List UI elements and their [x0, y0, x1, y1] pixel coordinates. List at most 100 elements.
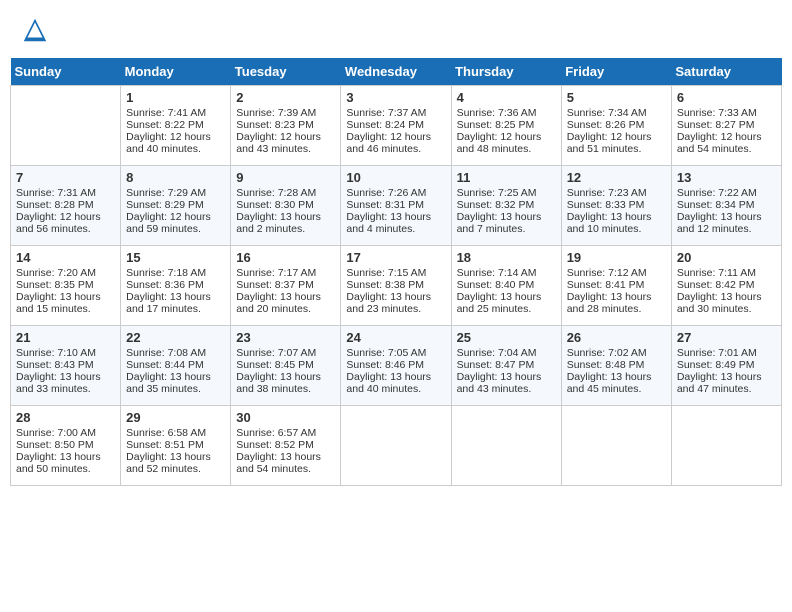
sunset-text: Sunset: 8:30 PM	[236, 199, 335, 211]
sunset-text: Sunset: 8:25 PM	[457, 119, 556, 131]
daylight-text: Daylight: 12 hours and 56 minutes.	[16, 211, 115, 235]
sunrise-text: Sunrise: 7:18 AM	[126, 267, 225, 279]
day-number: 27	[677, 330, 776, 345]
sunset-text: Sunset: 8:34 PM	[677, 199, 776, 211]
sunset-text: Sunset: 8:38 PM	[346, 279, 445, 291]
sunrise-text: Sunrise: 7:33 AM	[677, 107, 776, 119]
sunrise-text: Sunrise: 7:39 AM	[236, 107, 335, 119]
sunrise-text: Sunrise: 7:29 AM	[126, 187, 225, 199]
calendar-cell: 9Sunrise: 7:28 AMSunset: 8:30 PMDaylight…	[231, 166, 341, 246]
day-number: 12	[567, 170, 666, 185]
sunrise-text: Sunrise: 7:37 AM	[346, 107, 445, 119]
sunset-text: Sunset: 8:22 PM	[126, 119, 225, 131]
sunrise-text: Sunrise: 7:14 AM	[457, 267, 556, 279]
calendar-cell: 22Sunrise: 7:08 AMSunset: 8:44 PMDayligh…	[121, 326, 231, 406]
calendar-cell: 11Sunrise: 7:25 AMSunset: 8:32 PMDayligh…	[451, 166, 561, 246]
day-number: 1	[126, 90, 225, 105]
sunrise-text: Sunrise: 7:11 AM	[677, 267, 776, 279]
calendar-cell: 27Sunrise: 7:01 AMSunset: 8:49 PMDayligh…	[671, 326, 781, 406]
sunset-text: Sunset: 8:40 PM	[457, 279, 556, 291]
day-number: 25	[457, 330, 556, 345]
day-number: 15	[126, 250, 225, 265]
day-number: 2	[236, 90, 335, 105]
day-number: 6	[677, 90, 776, 105]
calendar-cell: 15 Sunrise: 7:18 AMSunset: 8:36 PMDayligh…	[121, 246, 231, 326]
day-number: 24	[346, 330, 445, 345]
sunset-text: Sunset: 8:47 PM	[457, 359, 556, 371]
sunrise-text: Sunrise: 7:41 AM	[126, 107, 225, 119]
sunset-text: Sunset: 8:36 PM	[126, 279, 225, 291]
sunrise-text: Sunrise: 7:12 AM	[567, 267, 666, 279]
day-number: 9	[236, 170, 335, 185]
day-number: 5	[567, 90, 666, 105]
calendar-cell: 7Sunrise: 7:31 AMSunset: 8:28 PMDaylight…	[11, 166, 121, 246]
daylight-text: Daylight: 13 hours and 12 minutes.	[677, 211, 776, 235]
calendar-cell: 28Sunrise: 7:00 AMSunset: 8:50 PMDayligh…	[11, 406, 121, 486]
calendar-cell: 4Sunrise: 7:36 AMSunset: 8:25 PMDaylight…	[451, 86, 561, 166]
calendar-cell	[561, 406, 671, 486]
daylight-text: Daylight: 13 hours and 40 minutes.	[346, 371, 445, 395]
calendar-cell: 24 Sunrise: 7:05 AMSunset: 8:46 PMDayligh…	[341, 326, 451, 406]
sunset-text: Sunset: 8:37 PM	[236, 279, 335, 291]
sunset-text: Sunset: 8:27 PM	[677, 119, 776, 131]
sunrise-text: Sunrise: 7:22 AM	[677, 187, 776, 199]
sunset-text: Sunset: 8:31 PM	[346, 199, 445, 211]
column-header-sunday: Sunday	[11, 58, 121, 86]
calendar-cell	[11, 86, 121, 166]
daylight-text: Daylight: 13 hours and 38 minutes.	[236, 371, 335, 395]
daylight-text: Daylight: 12 hours and 51 minutes.	[567, 131, 666, 155]
sunrise-text: Sunrise: 7:31 AM	[16, 187, 115, 199]
page-header	[10, 10, 782, 50]
day-number: 4	[457, 90, 556, 105]
sunrise-text: Sunrise: 7:02 AM	[567, 347, 666, 359]
calendar-week-row: 28Sunrise: 7:00 AMSunset: 8:50 PMDayligh…	[11, 406, 782, 486]
daylight-text: Daylight: 13 hours and 35 minutes.	[126, 371, 225, 395]
calendar-cell: 20Sunrise: 7:11 AMSunset: 8:42 PMDayligh…	[671, 246, 781, 326]
column-header-saturday: Saturday	[671, 58, 781, 86]
sunset-text: Sunset: 8:45 PM	[236, 359, 335, 371]
daylight-text: Daylight: 12 hours and 54 minutes.	[677, 131, 776, 155]
calendar-cell	[341, 406, 451, 486]
sunrise-text: Sunrise: 7:17 AM	[236, 267, 335, 279]
sunset-text: Sunset: 8:49 PM	[677, 359, 776, 371]
day-number: 19	[567, 250, 666, 265]
calendar-cell: 25Sunrise: 7:04 AMSunset: 8:47 PMDayligh…	[451, 326, 561, 406]
sunrise-text: Sunrise: 7:10 AM	[16, 347, 115, 359]
calendar-cell: 23Sunrise: 7:07 AMSunset: 8:45 PMDayligh…	[231, 326, 341, 406]
day-number: 28	[16, 410, 115, 425]
calendar-cell: 26Sunrise: 7:02 AMSunset: 8:48 PMDayligh…	[561, 326, 671, 406]
daylight-text: Daylight: 13 hours and 23 minutes.	[346, 291, 445, 315]
sunrise-text: Sunrise: 7:08 AM	[126, 347, 225, 359]
daylight-text: Daylight: 13 hours and 4 minutes.	[346, 211, 445, 235]
day-number: 23	[236, 330, 335, 345]
calendar-cell: 3Sunrise: 7:37 AMSunset: 8:24 PMDaylight…	[341, 86, 451, 166]
calendar-week-row: 14Sunrise: 7:20 AMSunset: 8:35 PMDayligh…	[11, 246, 782, 326]
sunset-text: Sunset: 8:46 PM	[346, 359, 445, 371]
calendar-cell	[451, 406, 561, 486]
daylight-text: Daylight: 12 hours and 43 minutes.	[236, 131, 335, 155]
sunset-text: Sunset: 8:41 PM	[567, 279, 666, 291]
day-number: 3	[346, 90, 445, 105]
daylight-text: Daylight: 13 hours and 20 minutes.	[236, 291, 335, 315]
daylight-text: Daylight: 13 hours and 50 minutes.	[16, 451, 115, 475]
day-number: 16	[236, 250, 335, 265]
sunrise-text: Sunrise: 7:23 AM	[567, 187, 666, 199]
sunset-text: Sunset: 8:26 PM	[567, 119, 666, 131]
sunrise-text: Sunrise: 7:25 AM	[457, 187, 556, 199]
sunrise-text: Sunrise: 7:05 AM	[346, 347, 445, 359]
logo	[20, 15, 54, 45]
sunrise-text: Sunrise: 6:57 AM	[236, 427, 335, 439]
daylight-text: Daylight: 13 hours and 45 minutes.	[567, 371, 666, 395]
daylight-text: Daylight: 12 hours and 46 minutes.	[346, 131, 445, 155]
sunset-text: Sunset: 8:44 PM	[126, 359, 225, 371]
sunset-text: Sunset: 8:32 PM	[457, 199, 556, 211]
sunset-text: Sunset: 8:33 PM	[567, 199, 666, 211]
sunrise-text: Sunrise: 7:20 AM	[16, 267, 115, 279]
sunrise-text: Sunrise: 7:34 AM	[567, 107, 666, 119]
calendar-cell	[671, 406, 781, 486]
sunset-text: Sunset: 8:43 PM	[16, 359, 115, 371]
day-headers-row: SundayMondayTuesdayWednesdayThursdayFrid…	[11, 58, 782, 86]
daylight-text: Daylight: 13 hours and 28 minutes.	[567, 291, 666, 315]
calendar-table: SundayMondayTuesdayWednesdayThursdayFrid…	[10, 58, 782, 486]
daylight-text: Daylight: 13 hours and 17 minutes.	[126, 291, 225, 315]
